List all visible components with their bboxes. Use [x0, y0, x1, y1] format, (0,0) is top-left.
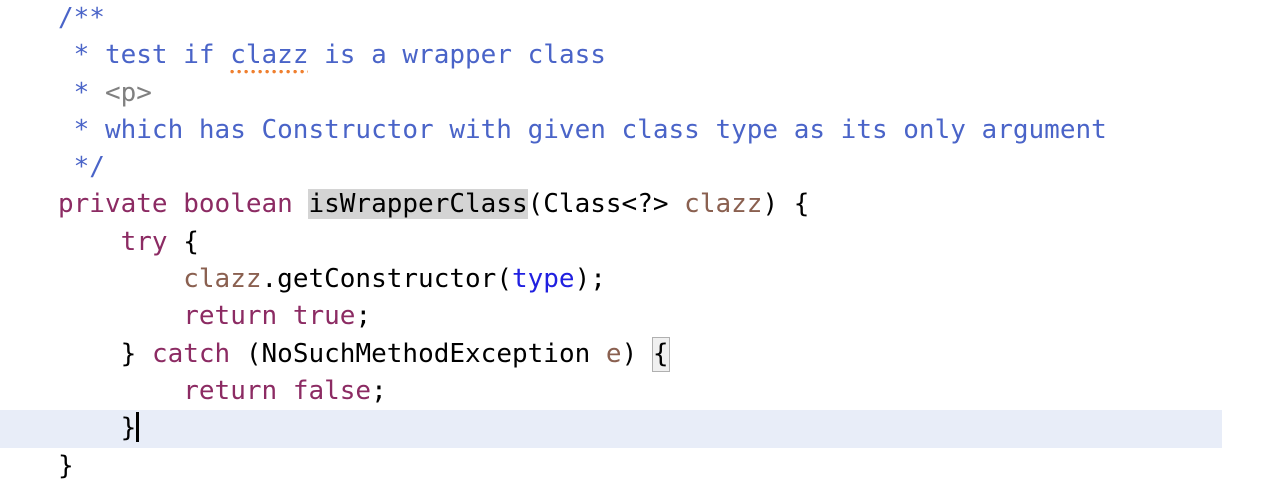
code-line[interactable]: return true; [0, 298, 1280, 335]
code-token-keyword: return [183, 301, 278, 332]
code-line[interactable]: } [0, 448, 1280, 485]
code-token-javadoc: * which has Constructor with given class… [73, 114, 1107, 145]
code-line[interactable]: * test if clazz is a wrapper class [0, 37, 1280, 76]
code-line[interactable]: } catch (NoSuchMethodException e) { [0, 336, 1280, 373]
code-token-parameter: clazz [183, 264, 262, 295]
code-line[interactable]: } [0, 410, 1222, 448]
code-token-keyword: return [183, 375, 278, 406]
code-line[interactable]: try { [0, 224, 1280, 261]
code-token-parameter: e [605, 338, 622, 369]
code-token-plain: ) [762, 189, 794, 220]
code-text-area[interactable]: /** * test if clazz is a wrapper class *… [0, 0, 1280, 502]
code-token-parameter: clazz [684, 189, 763, 220]
code-token-plain: .getConstructor( [261, 264, 512, 295]
code-token-javadoc: * test if [73, 40, 231, 71]
code-token-brace: } [58, 450, 74, 481]
code-token-javadoc-html-tag: <p> [104, 77, 152, 108]
code-line[interactable]: /** [0, 0, 1280, 37]
code-token-keyword: boolean [183, 189, 293, 220]
code-token-javadoc: * [73, 77, 105, 108]
code-token-plain: ( [230, 338, 262, 369]
code-line[interactable]: * which has Constructor with given class… [0, 112, 1280, 149]
code-token-brace: } [120, 338, 137, 369]
code-editor[interactable]: /** * test if clazz is a wrapper class *… [0, 0, 1280, 502]
code-token-plain: Class<?> [543, 189, 669, 220]
code-token-keyword: private [58, 189, 168, 220]
code-token-field: type [511, 264, 575, 295]
code-token-keyword: false [292, 375, 372, 406]
code-line[interactable]: return false; [0, 373, 1280, 410]
code-token-brace: { [651, 336, 670, 372]
code-token-javadoc: clazz [230, 40, 309, 76]
code-line[interactable]: */ [0, 149, 1280, 186]
code-token-keyword: catch [151, 338, 231, 369]
code-token-keyword: try [120, 226, 168, 257]
code-token-brace: { [183, 226, 199, 257]
code-token-keyword: true [292, 301, 356, 332]
code-line[interactable]: private boolean isWrapperClass(Class<?> … [0, 186, 1280, 223]
code-token-plain: ( [527, 189, 544, 220]
code-token-brace: { [793, 189, 810, 220]
code-line[interactable]: * <p> [0, 75, 1280, 112]
code-token-brace: } [120, 413, 137, 444]
text-caret [136, 412, 140, 443]
code-token-plain: ); [574, 264, 606, 295]
code-token-plain: isWrapperClass [308, 189, 528, 220]
code-token-plain: NoSuchMethodException [261, 338, 591, 369]
code-token-javadoc: /** [58, 3, 105, 33]
code-token-plain: ) [621, 338, 653, 369]
code-token-javadoc: */ [73, 152, 105, 183]
code-token-javadoc: is a wrapper class [308, 40, 606, 71]
code-token-plain: ; [371, 375, 387, 406]
code-line[interactable]: clazz.getConstructor(type); [0, 261, 1280, 298]
code-token-plain: ; [355, 301, 372, 332]
